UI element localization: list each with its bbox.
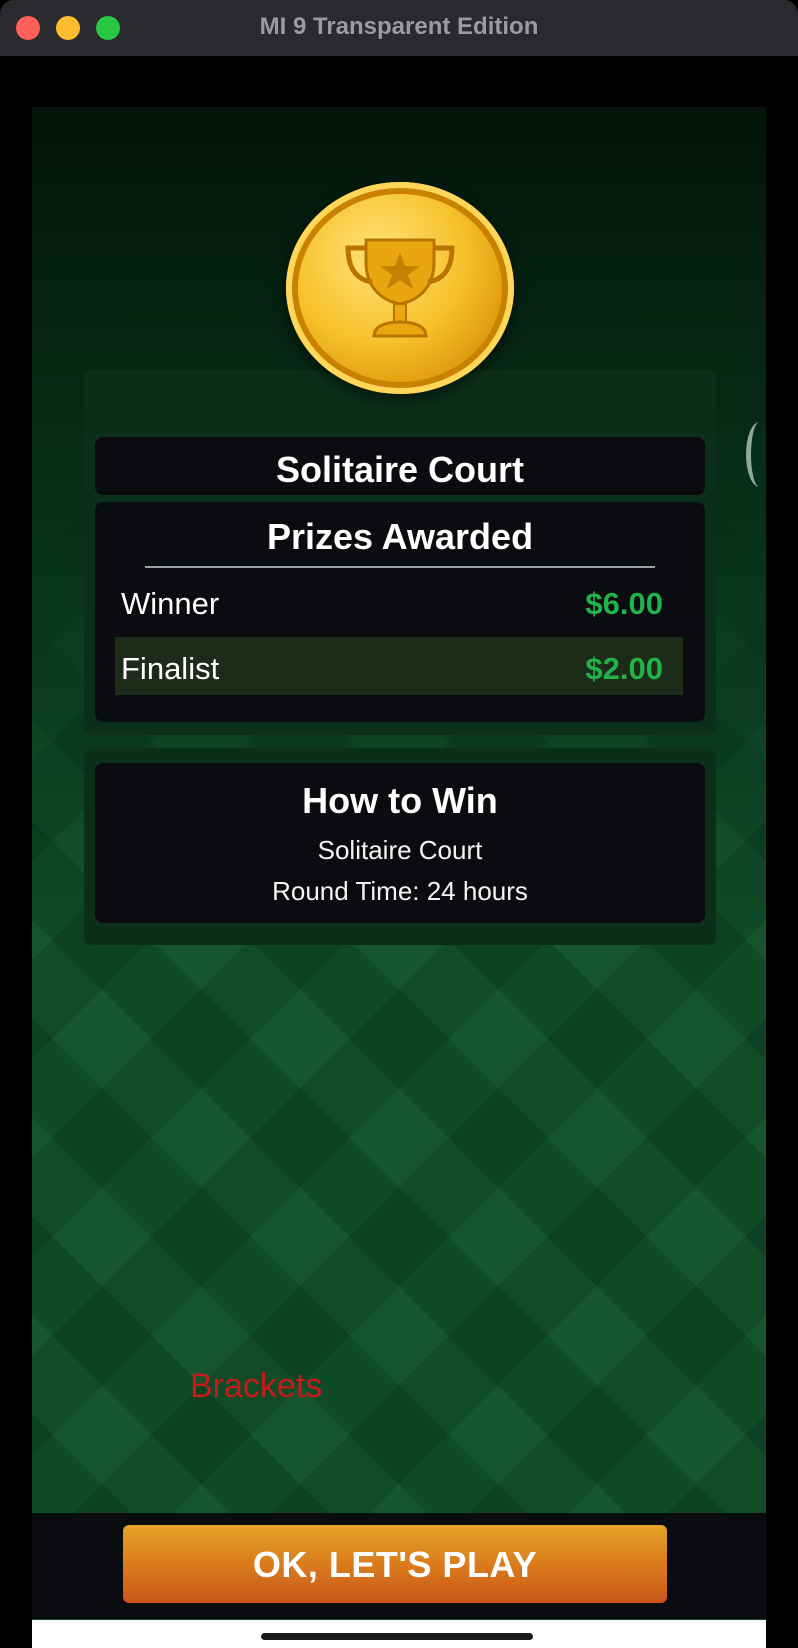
how-to-win-game: Solitaire Court <box>317 835 483 865</box>
prizes-heading: Prizes Awarded <box>266 516 534 557</box>
app-screen: Solitaire Court Prizes Awarded Winner $6… <box>32 107 766 1620</box>
home-indicator[interactable] <box>261 1633 533 1640</box>
play-button[interactable]: OK, LET'S PLAY <box>123 1525 667 1603</box>
how-to-win-card: How to Win Solitaire Court Round Time: 2… <box>95 763 705 923</box>
prize-label: Winner <box>121 586 220 621</box>
bottom-action-bar: OK, LET'S PLAY <box>32 1513 766 1619</box>
prize-row-winner: Winner $6.00 <box>115 572 683 630</box>
trophy-star-icon <box>345 238 455 338</box>
prize-amount: $2.00 <box>585 651 663 686</box>
trophy-coin-icon <box>286 182 514 394</box>
prizes-card: Prizes Awarded Winner $6.00 Finalist $2.… <box>95 502 705 722</box>
carousel-edge-indicator[interactable] <box>746 422 766 487</box>
prize-label: Finalist <box>121 651 220 686</box>
brackets-label[interactable]: Brackets <box>190 1367 322 1406</box>
how-to-win-round-time: Round Time: 24 hours <box>272 876 528 906</box>
tournament-title-card: Solitaire Court <box>95 437 705 495</box>
prizes-divider <box>145 566 655 568</box>
window-titlebar: MI 9 Transparent Edition <box>0 0 798 56</box>
window-title: MI 9 Transparent Edition <box>259 13 539 40</box>
prize-amount: $6.00 <box>585 586 663 621</box>
tournament-title: Solitaire Court <box>275 449 525 490</box>
prize-row-finalist: Finalist $2.00 <box>115 637 683 695</box>
how-to-win-heading: How to Win <box>302 780 498 821</box>
